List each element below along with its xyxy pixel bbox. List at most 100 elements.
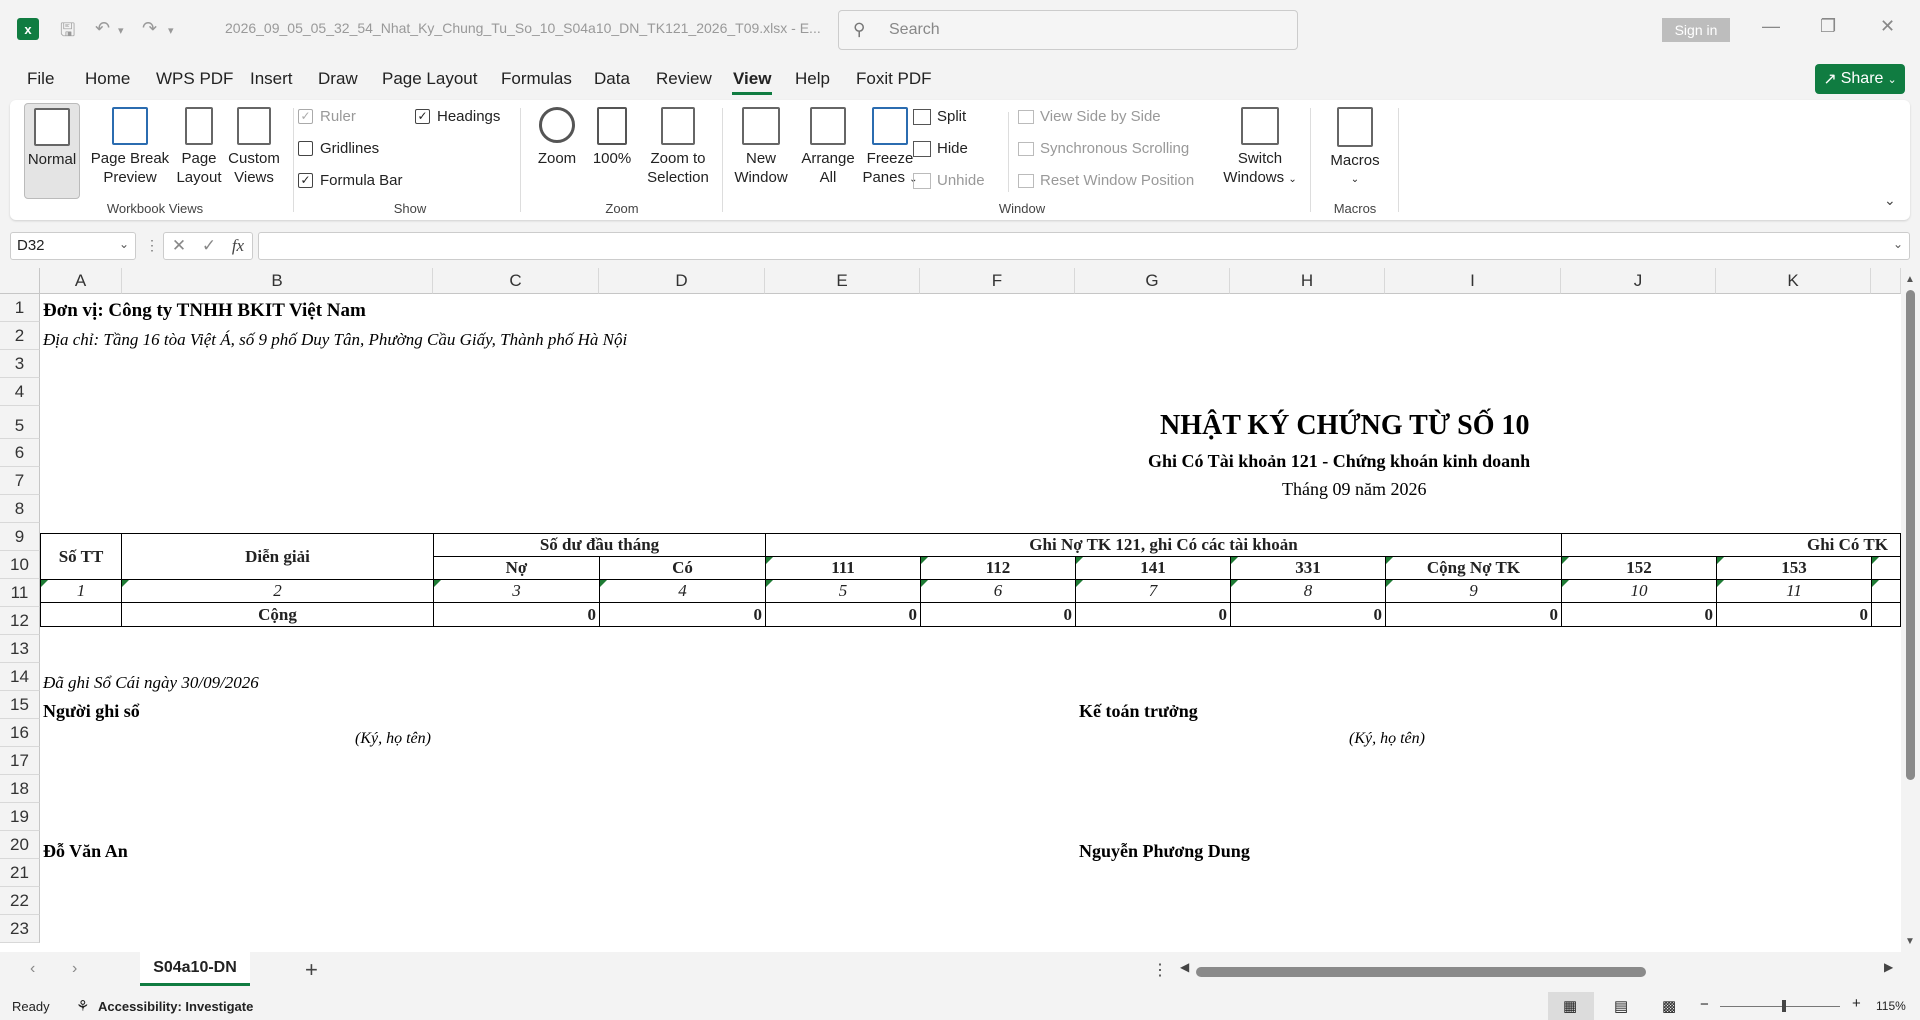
restore-icon[interactable]: ❐ <box>1820 16 1836 37</box>
menu-review[interactable]: Review <box>656 69 712 89</box>
redo-icon[interactable]: ↷ <box>142 18 157 39</box>
hide-button[interactable]: Hide <box>913 140 968 157</box>
menu-view[interactable]: View <box>733 69 771 89</box>
zoom-out-icon[interactable]: − <box>1700 996 1709 1013</box>
close-icon[interactable]: ✕ <box>1880 16 1895 37</box>
menu-help[interactable]: Help <box>795 69 830 89</box>
minimize-icon[interactable]: — <box>1762 16 1780 37</box>
row-header-13[interactable]: 13 <box>0 635 40 663</box>
zoom-button[interactable]: Zoom <box>530 107 584 168</box>
row-header-17[interactable]: 17 <box>0 747 40 775</box>
add-sheet-button[interactable]: + <box>305 957 318 983</box>
save-icon[interactable]: 🖫 <box>60 18 75 48</box>
column-header-a[interactable]: A <box>40 268 122 294</box>
column-header-c[interactable]: C <box>433 268 599 294</box>
row-header-18[interactable]: 18 <box>0 775 40 803</box>
column-header-i[interactable]: I <box>1385 268 1561 294</box>
row-header-3[interactable]: 3 <box>0 350 40 378</box>
worksheet-grid[interactable]: A B C D E F G H I J K 1 2 3 4 5 6 7 8 9 … <box>0 268 1920 952</box>
expand-formula-icon[interactable]: ⌄ <box>1893 237 1903 251</box>
enter-icon[interactable]: ✓ <box>202 236 216 256</box>
freeze-panes-button[interactable]: Freeze Panes ⌄ <box>861 107 919 189</box>
ruler-checkbox[interactable]: ✓ Ruler <box>298 108 356 125</box>
tab-scroll-right-icon[interactable]: › <box>72 960 77 978</box>
custom-views-button[interactable]: Custom Views <box>223 107 285 187</box>
row-header-23[interactable]: 23 <box>0 915 40 943</box>
zoom-100-button[interactable]: 100% <box>588 107 636 168</box>
column-header-k[interactable]: K <box>1716 268 1871 294</box>
sheet-tab-s04a10-dn[interactable]: S04a10-DN <box>140 952 250 986</box>
column-header-h[interactable]: H <box>1230 268 1385 294</box>
zoom-level[interactable]: 115% <box>1876 999 1906 1013</box>
normal-view-status-button[interactable]: ▦ <box>1548 992 1594 1020</box>
menu-data[interactable]: Data <box>594 69 630 89</box>
row-header-6[interactable]: 6 <box>0 439 40 467</box>
menu-draw[interactable]: Draw <box>318 69 358 89</box>
arrange-all-button[interactable]: Arrange All <box>796 107 860 187</box>
row-header-16[interactable]: 16 <box>0 719 40 747</box>
column-header-j[interactable]: J <box>1561 268 1716 294</box>
name-box[interactable]: D32 ⌄ <box>10 232 136 260</box>
synchronous-scrolling-button[interactable]: Synchronous Scrolling <box>1018 140 1189 157</box>
menu-file[interactable]: File <box>27 69 54 89</box>
macros-button[interactable]: Macros ⌄ <box>1320 107 1390 189</box>
formula-bar-checkbox[interactable]: ✓ Formula Bar <box>298 172 403 189</box>
vertical-scrollbar[interactable]: ▲ ▼ <box>1901 268 1920 952</box>
tab-scroll-left-icon[interactable]: ‹ <box>30 960 35 978</box>
reset-window-position-button[interactable]: Reset Window Position <box>1018 172 1194 189</box>
collapse-ribbon-icon[interactable]: ⌄ <box>1884 192 1896 209</box>
unhide-button[interactable]: Unhide <box>913 172 985 189</box>
row-header-11[interactable]: 11 <box>0 579 40 607</box>
row-header-12[interactable]: 12 <box>0 607 40 635</box>
new-window-button[interactable]: New Window <box>728 107 794 187</box>
column-header-d[interactable]: D <box>599 268 765 294</box>
normal-view-button[interactable]: Normal <box>24 103 80 199</box>
row-header-4[interactable]: 4 <box>0 378 40 406</box>
row-header-10[interactable]: 10 <box>0 551 40 579</box>
more-options-icon[interactable]: ⋮ <box>145 237 159 254</box>
row-header-8[interactable]: 8 <box>0 495 40 523</box>
share-button[interactable]: ↗ Share ⌄ <box>1815 64 1905 94</box>
more-options-icon[interactable]: ⋮ <box>1152 960 1168 980</box>
column-header-l[interactable] <box>1871 268 1901 294</box>
page-break-view-icon[interactable]: ▩ <box>1662 997 1676 1015</box>
vertical-scroll-thumb[interactable] <box>1906 290 1915 780</box>
customize-dropdown-icon[interactable]: ▾ <box>168 24 174 37</box>
row-header-14[interactable]: 14 <box>0 663 40 691</box>
undo-dropdown-icon[interactable]: ▾ <box>118 24 124 37</box>
switch-windows-button[interactable]: Switch Windows ⌄ <box>1222 107 1298 189</box>
search-input[interactable]: ⚲ Search <box>838 10 1298 50</box>
menu-insert[interactable]: Insert <box>250 69 293 89</box>
scroll-up-icon[interactable]: ▲ <box>1905 274 1915 285</box>
horizontal-scroll-thumb[interactable] <box>1196 967 1646 977</box>
menu-home[interactable]: Home <box>85 69 130 89</box>
view-side-by-side-button[interactable]: View Side by Side <box>1018 108 1161 125</box>
row-header-21[interactable]: 21 <box>0 859 40 887</box>
row-header-22[interactable]: 22 <box>0 887 40 915</box>
column-header-b[interactable]: B <box>122 268 433 294</box>
scroll-right-icon[interactable]: ▶ <box>1884 960 1893 974</box>
row-header-2[interactable]: 2 <box>0 322 40 350</box>
split-button[interactable]: Split <box>913 108 966 125</box>
headings-checkbox[interactable]: ✓ Headings <box>415 108 500 125</box>
column-header-e[interactable]: E <box>765 268 920 294</box>
gridlines-checkbox[interactable]: Gridlines <box>298 140 379 157</box>
menu-foxit-pdf[interactable]: Foxit PDF <box>856 69 932 89</box>
row-header-20[interactable]: 20 <box>0 831 40 859</box>
row-header-19[interactable]: 19 <box>0 803 40 831</box>
column-header-f[interactable]: F <box>920 268 1075 294</box>
page-layout-button[interactable]: Page Layout <box>176 107 222 187</box>
row-header-1[interactable]: 1 <box>0 294 40 322</box>
scroll-down-icon[interactable]: ▼ <box>1905 936 1915 947</box>
menu-page-layout[interactable]: Page Layout <box>382 69 477 89</box>
cancel-icon[interactable]: ✕ <box>172 236 186 256</box>
formula-input[interactable]: ⌄ <box>258 232 1910 260</box>
column-header-g[interactable]: G <box>1075 268 1230 294</box>
zoom-in-icon[interactable]: + <box>1852 995 1861 1012</box>
menu-formulas[interactable]: Formulas <box>501 69 572 89</box>
row-header-9[interactable]: 9 <box>0 523 40 551</box>
row-header-15[interactable]: 15 <box>0 691 40 719</box>
zoom-to-selection-button[interactable]: Zoom to Selection <box>640 107 716 187</box>
zoom-slider[interactable] <box>1720 1006 1840 1007</box>
row-header-7[interactable]: 7 <box>0 467 40 495</box>
